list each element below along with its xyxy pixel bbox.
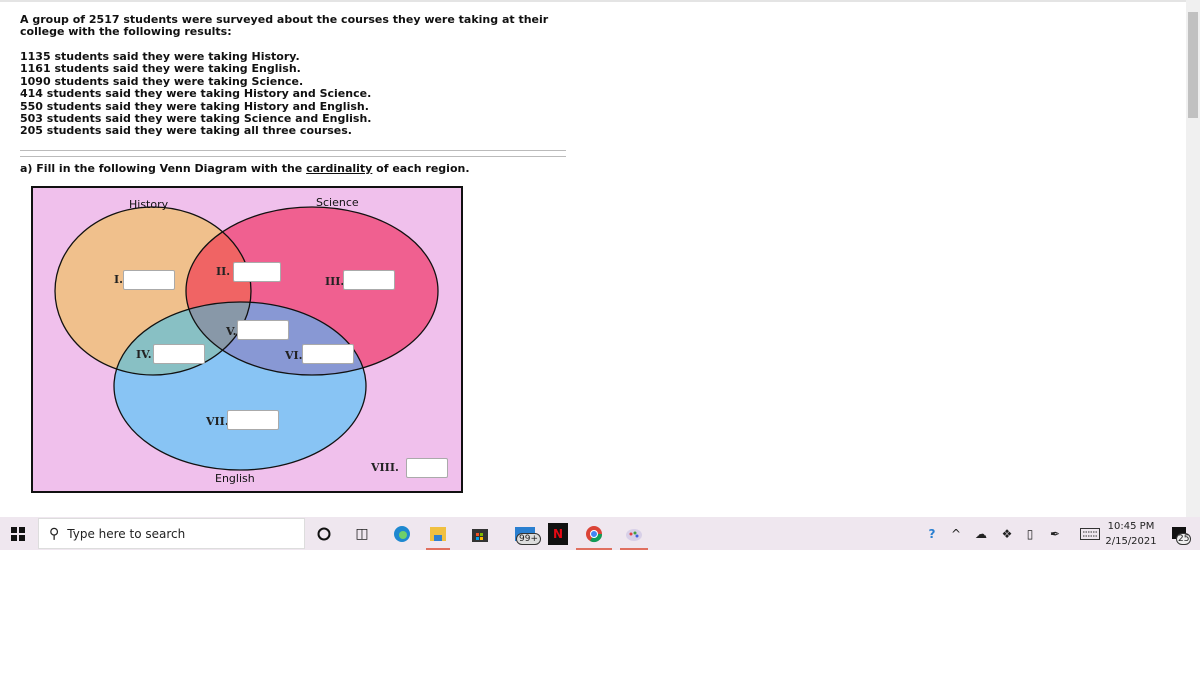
mail-badge: 99+	[516, 533, 541, 545]
region-label: IV.	[136, 348, 152, 361]
cardinality-link[interactable]: cardinality	[306, 162, 372, 175]
region-i-input[interactable]	[123, 270, 175, 290]
cortana-icon[interactable]	[312, 517, 336, 550]
english-label: English	[215, 472, 255, 485]
store-icon[interactable]	[468, 517, 492, 550]
problem-intro: A group of 2517 students were surveyed a…	[20, 13, 549, 39]
problem-facts: 1135 students said they were taking Hist…	[20, 50, 372, 138]
fact: 414 students said they were taking Histo…	[20, 87, 372, 101]
time: 10:45 PM	[1107, 520, 1155, 532]
clock[interactable]: 10:45 PM 2/15/2021	[1105, 517, 1157, 550]
chevron-up-icon[interactable]: ^	[948, 517, 964, 550]
taskbar-search[interactable]: ⚲ Type here to search	[38, 518, 305, 549]
search-icon: ⚲	[49, 525, 60, 542]
chrome-icon[interactable]	[576, 517, 612, 550]
pen-icon[interactable]: ✒	[1046, 517, 1064, 550]
edge-icon[interactable]	[390, 517, 414, 550]
divider	[20, 156, 566, 157]
notification-count: 25	[1176, 533, 1192, 545]
science-label: Science	[316, 196, 359, 209]
paint-icon[interactable]	[620, 517, 648, 550]
mail-icon[interactable]: 99+	[510, 517, 541, 550]
region-label: III.	[325, 275, 345, 288]
netflix-icon[interactable]: N	[546, 517, 570, 550]
battery-icon[interactable]: ▯	[1022, 517, 1038, 550]
region-label: V.	[226, 325, 237, 338]
question-text: a) Fill in the following Venn Diagram wi…	[20, 162, 307, 175]
keyboard-icon[interactable]	[1078, 517, 1102, 550]
region-label: I.	[114, 273, 123, 286]
search-placeholder: Type here to search	[67, 526, 186, 541]
region-iii-input[interactable]	[343, 270, 395, 290]
region-viii-input[interactable]	[406, 458, 448, 478]
scrollbar-thumb[interactable]	[1188, 12, 1198, 118]
task-view-icon[interactable]: ◫	[350, 517, 374, 550]
history-label: History	[129, 198, 169, 211]
file-explorer-icon[interactable]	[426, 517, 450, 550]
region-label: VIII.	[371, 461, 399, 474]
fact: 1161 students said they were taking Engl…	[20, 62, 301, 76]
taskbar: ⚲ Type here to search ◫ 99+ N ? ^ ☁ ❖ ▯ …	[0, 517, 1200, 550]
region-vi-input[interactable]	[302, 344, 354, 364]
region-label: II.	[216, 265, 231, 278]
region-label: VI.	[285, 349, 303, 362]
help-icon[interactable]: ?	[922, 517, 942, 550]
region-v-input[interactable]	[237, 320, 289, 340]
divider	[20, 150, 566, 151]
cloud-icon[interactable]: ☁	[972, 517, 990, 550]
windows-start-icon[interactable]	[6, 517, 30, 550]
dropbox-icon[interactable]: ❖	[998, 517, 1016, 550]
region-label: VII.	[206, 415, 229, 428]
vertical-scrollbar[interactable]	[1186, 0, 1200, 517]
region-ii-input[interactable]	[233, 262, 281, 282]
fact: 205 students said they were taking all t…	[20, 124, 352, 138]
region-vii-input[interactable]	[227, 410, 279, 430]
top-border	[0, 0, 1186, 2]
notifications-icon[interactable]: 25	[1166, 517, 1192, 550]
date: 2/15/2021	[1105, 535, 1157, 547]
region-iv-input[interactable]	[153, 344, 205, 364]
question-a: a) Fill in the following Venn Diagram wi…	[20, 162, 470, 175]
question-text: of each region.	[372, 162, 470, 175]
